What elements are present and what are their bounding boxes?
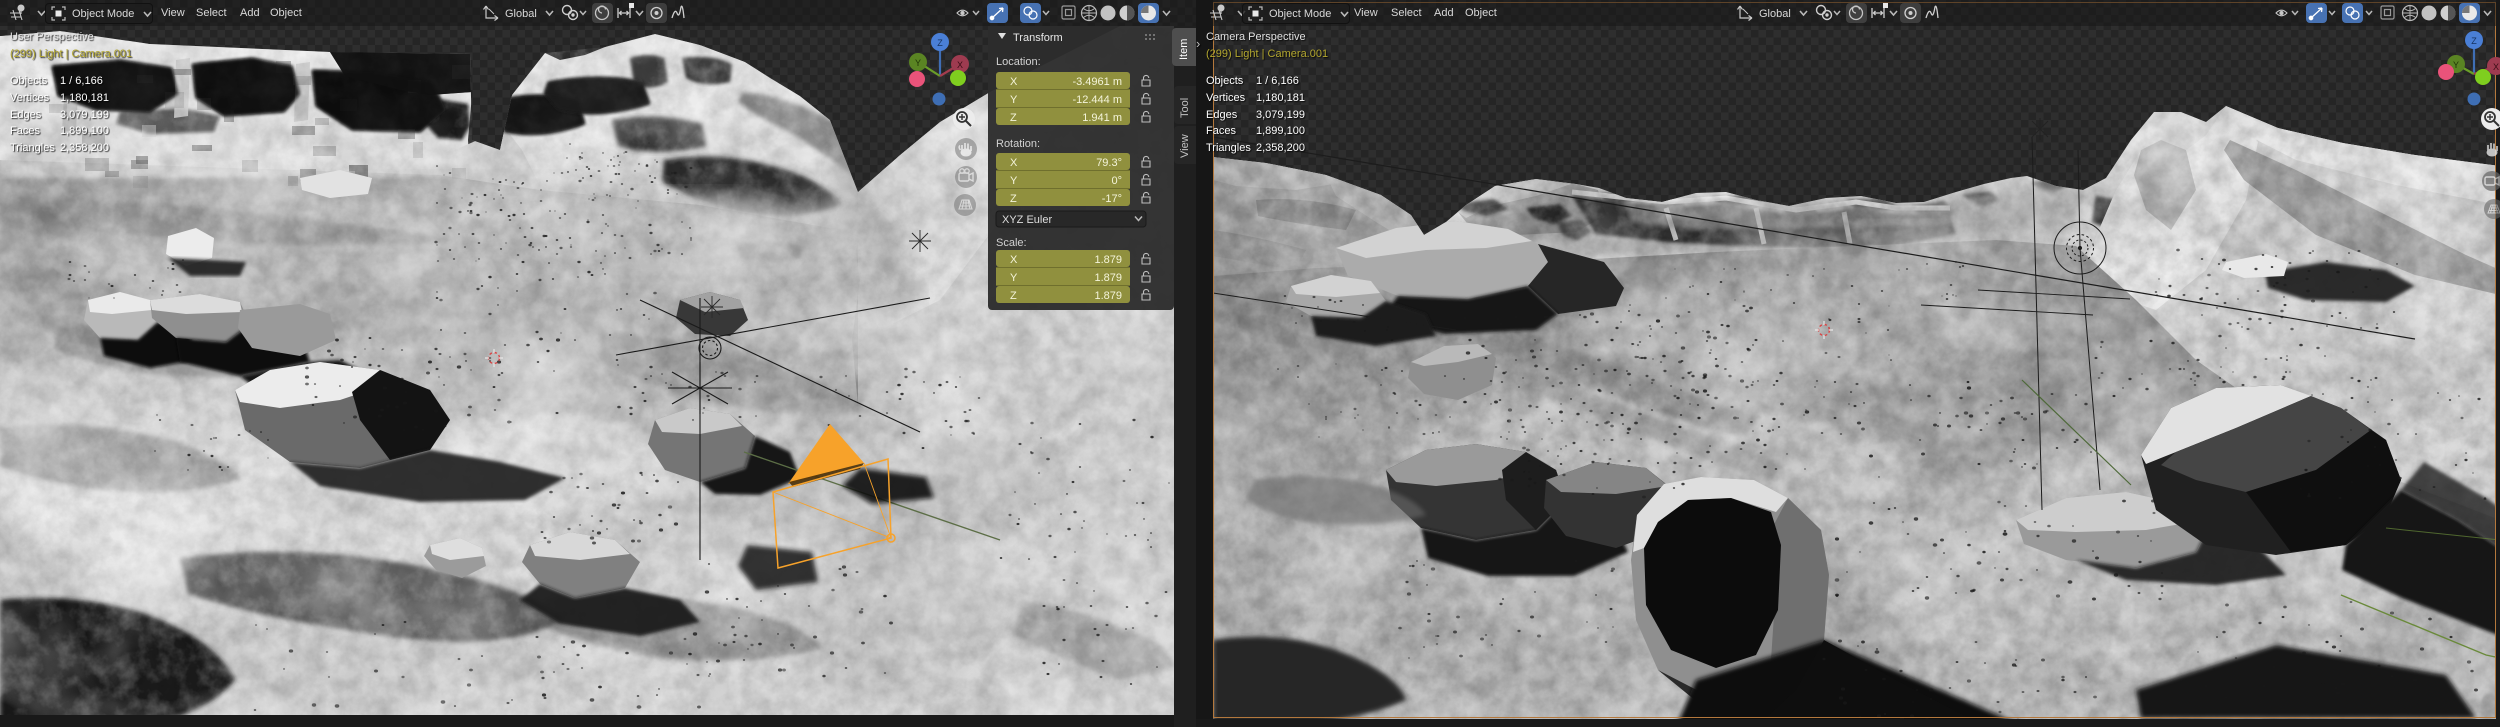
svg-text:Global: Global: [1759, 8, 1791, 20]
svg-text:Z: Z: [1010, 193, 1017, 205]
svg-text:Global: Global: [505, 8, 537, 20]
svg-text:Z: Z: [2471, 36, 2477, 46]
svg-text:1.879: 1.879: [1094, 290, 1122, 302]
svg-text:X: X: [1010, 157, 1018, 169]
svg-text:-17°: -17°: [1102, 193, 1122, 205]
svg-text:1.879: 1.879: [1094, 272, 1122, 284]
svg-text:Z: Z: [937, 38, 943, 48]
svg-text:Rotation:: Rotation:: [996, 138, 1040, 150]
svg-text:Z: Z: [1010, 290, 1017, 302]
svg-text:X: X: [1010, 76, 1018, 88]
svg-text:Scale:: Scale:: [996, 237, 1027, 249]
svg-text:Y: Y: [1010, 175, 1018, 187]
svg-text:1.941 m: 1.941 m: [1082, 112, 1122, 124]
svg-text:-3.4961 m: -3.4961 m: [1072, 76, 1122, 88]
svg-text:XYZ Euler: XYZ Euler: [1002, 214, 1052, 226]
svg-text:1.879: 1.879: [1094, 254, 1122, 266]
svg-text:X: X: [1010, 254, 1018, 266]
svg-text:X: X: [957, 60, 963, 70]
svg-text:Z: Z: [1010, 112, 1017, 124]
svg-text:Y: Y: [2453, 60, 2459, 70]
svg-text:X: X: [2493, 62, 2499, 72]
svg-text:Y: Y: [1010, 272, 1018, 284]
svg-text:-12.444 m: -12.444 m: [1072, 94, 1122, 106]
svg-text:Transform: Transform: [1013, 32, 1063, 44]
svg-text:0°: 0°: [1111, 175, 1122, 187]
svg-text:Y: Y: [1010, 94, 1018, 106]
svg-text:79.3°: 79.3°: [1096, 157, 1122, 169]
svg-text:Location:: Location:: [996, 56, 1041, 68]
svg-text:Y: Y: [915, 58, 921, 68]
